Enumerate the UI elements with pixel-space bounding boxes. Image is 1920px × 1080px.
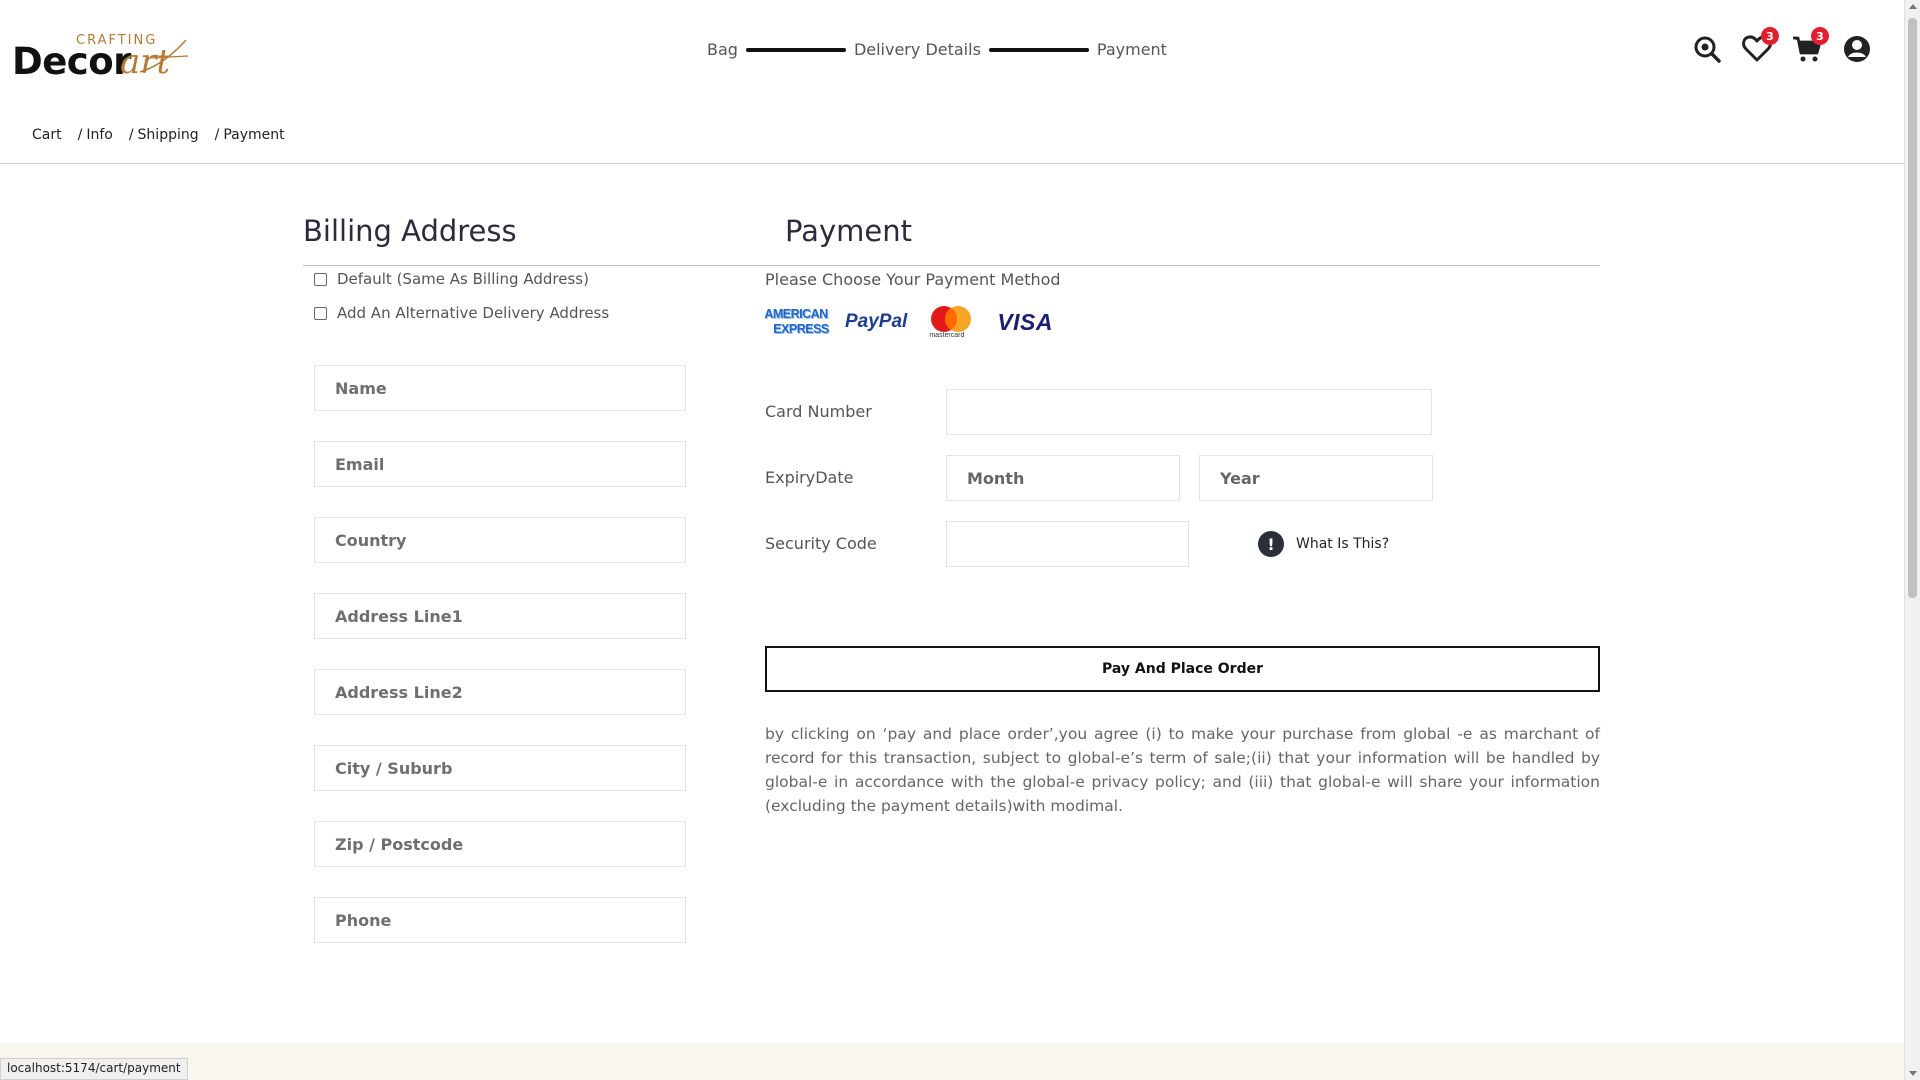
what-is-this-text: What Is This? [1296, 536, 1390, 552]
amex-bottom-text: EXPRESS [773, 322, 829, 336]
step-delivery-details[interactable]: Delivery Details [854, 40, 981, 59]
default-address-checkbox[interactable] [314, 272, 327, 286]
card-number-label: Card Number [765, 402, 872, 421]
mastercard-text: mastercard [929, 332, 965, 339]
card-number-input[interactable] [946, 389, 1432, 435]
address-line2-placeholder: Address Line2 [335, 682, 463, 702]
mastercard-logo[interactable]: mastercard [927, 305, 975, 339]
visa-text: VISA [997, 308, 1054, 335]
breadcrumb-separator: / [214, 127, 220, 143]
expiry-year-input[interactable]: Year [1199, 455, 1433, 501]
name-placeholder: Name [335, 378, 387, 398]
step-payment[interactable]: Payment [1097, 40, 1167, 59]
zip-field[interactable]: Zip / Postcode [314, 821, 686, 867]
amex-logo[interactable]: AMERICAN EXPRESS [764, 305, 829, 339]
paypal-text: PayPal [845, 311, 908, 332]
phone-placeholder: Phone [335, 910, 392, 930]
amex-top-text: AMERICAN [764, 307, 828, 321]
info-icon: ! [1258, 531, 1284, 557]
breadcrumb: Cart / Info / Shipping / Payment [32, 127, 301, 143]
payment-method-prompt: Please Choose Your Payment Method [765, 270, 1061, 289]
billing-title: Billing Address [303, 214, 517, 248]
month-placeholder: Month [967, 468, 1025, 488]
logo-decor-text: Decor [12, 40, 131, 83]
checkout-stepper: Bag Delivery Details Payment [707, 40, 1167, 59]
year-placeholder: Year [1220, 468, 1260, 488]
brand-logo[interactable]: CRAFTING Decor art [12, 30, 192, 83]
user-icon [1844, 36, 1870, 62]
header-icons: 3 3 [1692, 27, 1872, 64]
breadcrumb-separator: / [77, 127, 83, 143]
terms-text: by clicking on ‘pay and place order’,you… [765, 725, 1600, 815]
step-bag[interactable]: Bag [707, 40, 738, 59]
scrollbar-thumb[interactable] [1908, 18, 1917, 598]
security-code-label: Security Code [765, 534, 877, 553]
scroll-up-icon[interactable] [1909, 4, 1917, 9]
cart-button[interactable]: 3 [1792, 27, 1829, 64]
mastercard-circles [931, 306, 972, 332]
address-line1-field[interactable]: Address Line1 [314, 593, 686, 639]
stepper-line [745, 47, 846, 52]
security-code-input[interactable] [946, 521, 1189, 567]
alternative-address-option[interactable]: Add An Alternative Delivery Address [314, 304, 609, 322]
vertical-scrollbar[interactable] [1904, 0, 1920, 1080]
country-field[interactable]: Country [314, 517, 686, 563]
payment-title: Payment [785, 214, 912, 248]
default-address-label: Default (Same As Billing Address) [337, 270, 589, 288]
alternative-address-label: Add An Alternative Delivery Address [337, 304, 610, 322]
paypal-logo[interactable]: PayPal [845, 311, 907, 333]
footer-band [0, 1043, 1904, 1080]
alternative-address-checkbox[interactable] [314, 306, 327, 320]
default-address-option[interactable]: Default (Same As Billing Address) [314, 270, 589, 288]
logo-swash [139, 39, 189, 73]
visa-logo[interactable]: VISA [997, 309, 1053, 336]
payment-method-logos: AMERICAN EXPRESS PayPal mastercard VISA [764, 305, 1053, 339]
breadcrumb-info[interactable]: Info [86, 127, 113, 143]
pay-and-place-order-button[interactable]: Pay And Place Order [765, 646, 1600, 692]
stepper-line [988, 47, 1089, 52]
city-field[interactable]: City / Suburb [314, 745, 686, 791]
search-button[interactable] [1692, 34, 1722, 64]
breadcrumb-payment[interactable]: Payment [223, 127, 284, 143]
wishlist-count-badge: 3 [1761, 27, 1779, 45]
expiry-month-input[interactable]: Month [946, 455, 1180, 501]
header-divider [0, 163, 1904, 164]
breadcrumb-shipping[interactable]: Shipping [138, 127, 199, 143]
account-button[interactable] [1842, 34, 1872, 64]
email-placeholder: Email [335, 454, 385, 474]
status-bar-url: localhost:5174/cart/payment [0, 1058, 188, 1080]
address-line2-field[interactable]: Address Line2 [314, 669, 686, 715]
breadcrumb-separator: / [128, 127, 134, 143]
country-placeholder: Country [335, 530, 407, 550]
phone-field[interactable]: Phone [314, 897, 686, 943]
wishlist-button[interactable]: 3 [1742, 27, 1779, 64]
address-line1-placeholder: Address Line1 [335, 606, 463, 626]
zip-placeholder: Zip / Postcode [335, 834, 464, 854]
email-field[interactable]: Email [314, 441, 686, 487]
breadcrumb-cart[interactable]: Cart [32, 127, 62, 143]
scroll-down-icon[interactable] [1909, 1071, 1917, 1076]
name-field[interactable]: Name [314, 365, 686, 411]
content-divider [303, 265, 1600, 266]
expiry-date-label: ExpiryDate [765, 468, 854, 487]
cart-count-badge: 3 [1811, 27, 1829, 45]
what-is-this-link[interactable]: ! What Is This? [1258, 531, 1389, 557]
search-icon [1694, 36, 1721, 63]
city-placeholder: City / Suburb [335, 758, 453, 778]
